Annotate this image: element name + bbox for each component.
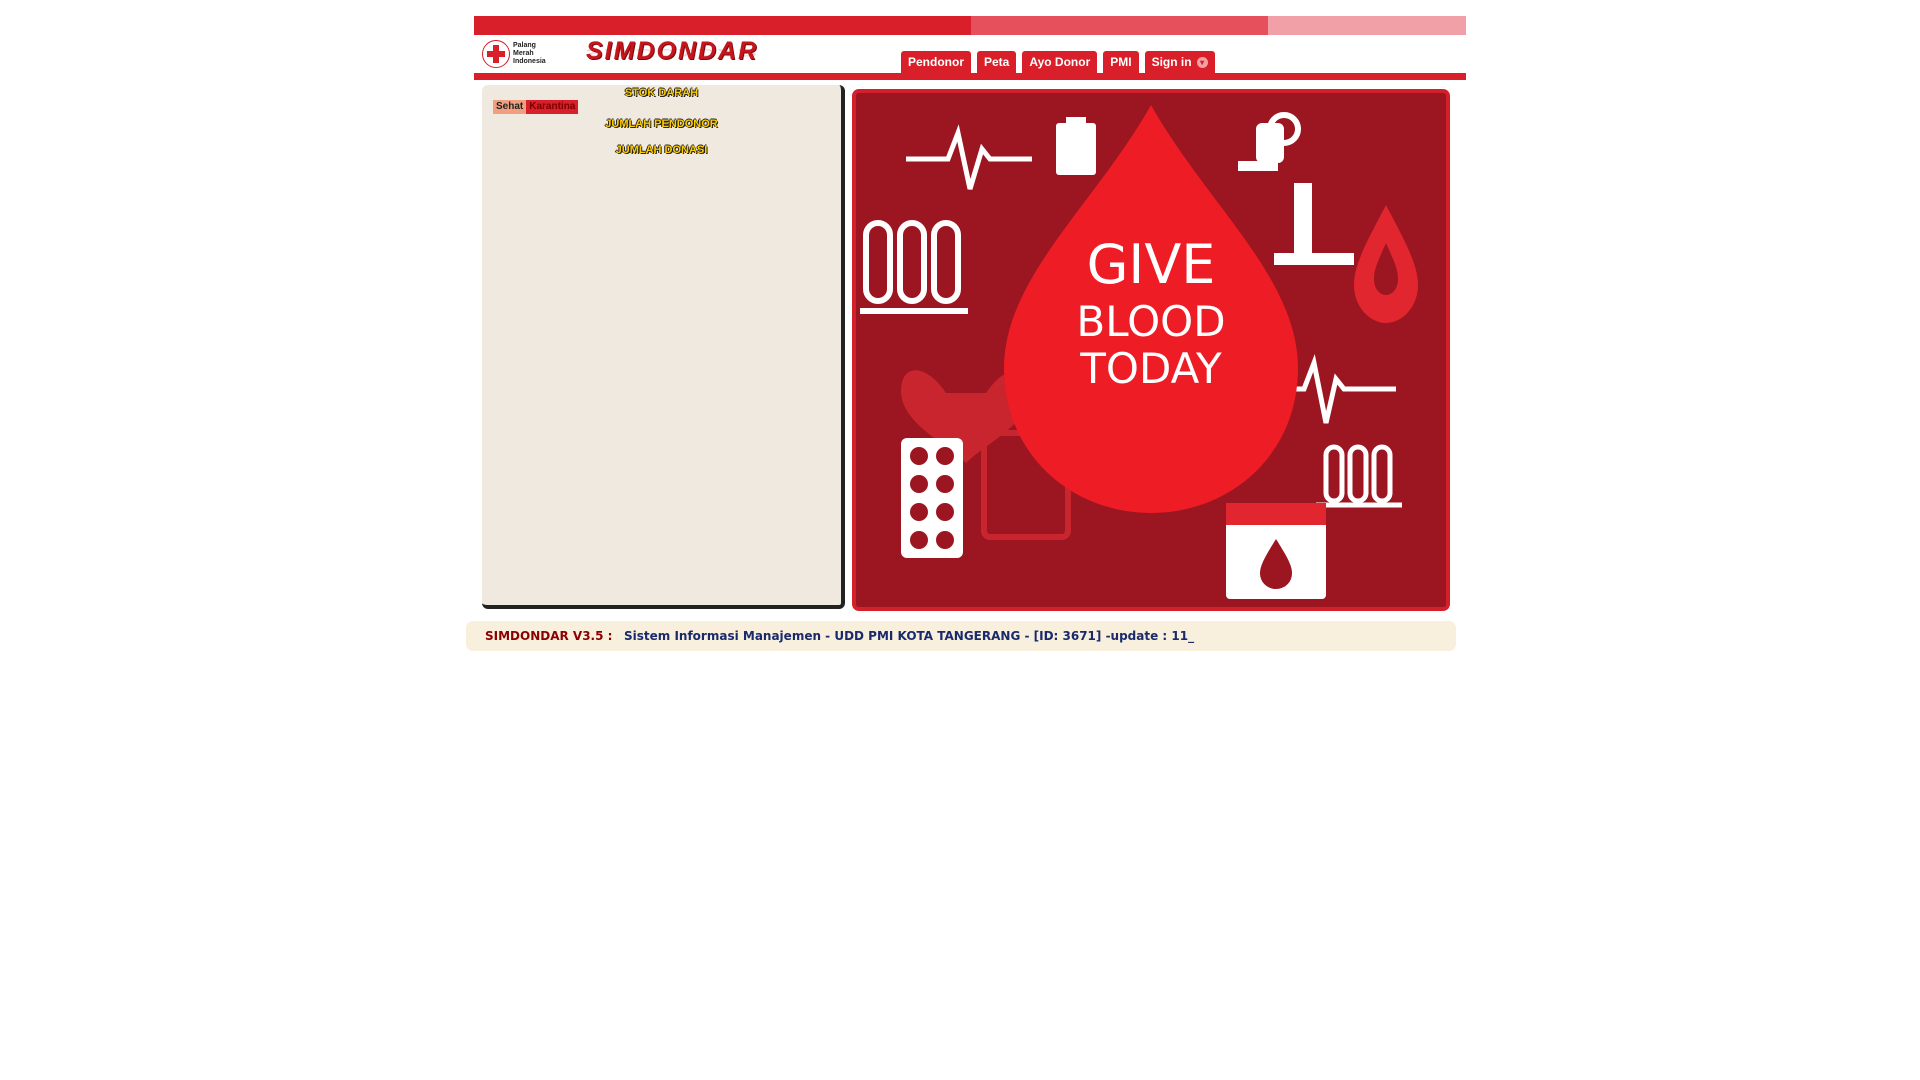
main-nav: Pendonor Peta Ayo Donor PMI Sign in ▾ <box>901 51 1215 74</box>
give-blood-banner: GIVE BLOOD TODAY <box>852 89 1450 611</box>
brand-reflection: SIMDONDAR <box>586 46 759 59</box>
top-bar-segment-light <box>1268 16 1466 35</box>
nav-sign-in[interactable]: Sign in ▾ <box>1144 51 1215 74</box>
nav-sign-in-label: Sign in <box>1151 55 1192 69</box>
calendar-icon <box>1226 503 1326 599</box>
stats-panel: STOK DARAH Sehat Karantina JUMLAH PENDON… <box>482 85 845 609</box>
legend-karantina: Karantina <box>526 100 579 114</box>
version-label: SIMDONDAR V3.5 : <box>485 629 613 643</box>
top-bar-segment-mid <box>971 16 1268 35</box>
jumlah-pendonor-title: JUMLAH PENDONOR <box>605 118 718 130</box>
stok-darah-title: STOK DARAH <box>624 87 699 99</box>
pill-blister-icon <box>901 438 963 558</box>
pmi-logo-text: Palang Merah Indonesia <box>513 42 546 66</box>
blood-status-legend: Sehat Karantina <box>493 100 579 114</box>
clipboard-icon <box>1056 117 1096 175</box>
banner-line-today: TODAY <box>1079 344 1222 393</box>
pmi-logo-line-3: Indonesia <box>513 58 546 65</box>
banner-line-blood: BLOOD <box>1076 297 1225 346</box>
nav-ayo-donor[interactable]: Ayo Donor <box>1022 51 1098 74</box>
header-divider <box>474 73 1466 80</box>
jumlah-donasi-title: JUMLAH DONASI <box>615 144 708 156</box>
nav-peta-label: Peta <box>984 55 1010 69</box>
nav-pmi-label: PMI <box>1110 55 1132 69</box>
simdondar-logo[interactable]: SIMDONDAR SIMDONDAR <box>586 37 806 69</box>
pmi-logo-line-1: Palang <box>513 42 536 49</box>
nav-pendonor-label: Pendonor <box>908 55 964 69</box>
top-bar-segment-dark <box>474 16 971 35</box>
nav-ayo-donor-label: Ayo Donor <box>1029 55 1091 69</box>
nav-pendonor[interactable]: Pendonor <box>901 51 971 74</box>
banner-line-give: GIVE <box>1087 233 1216 296</box>
pmi-logo[interactable]: Palang Merah Indonesia <box>482 40 546 68</box>
footer-marquee: Sistem Informasi Manajemen - UDD PMI KOT… <box>624 629 1195 643</box>
top-color-bar <box>474 16 1466 35</box>
site-header: Palang Merah Indonesia SIMDONDAR SIMDOND… <box>474 35 1466 74</box>
nav-peta[interactable]: Peta <box>977 51 1017 74</box>
pmi-logo-line-2: Merah <box>513 50 534 57</box>
banner-illustration: GIVE BLOOD TODAY <box>856 93 1446 607</box>
footer-status-bar: SIMDONDAR V3.5 : Sistem Informasi Manaje… <box>466 621 1456 651</box>
legend-sehat: Sehat <box>493 100 527 114</box>
chevron-down-icon[interactable]: ▾ <box>1196 56 1208 68</box>
nav-pmi[interactable]: PMI <box>1103 51 1139 74</box>
red-cross-icon <box>482 40 510 68</box>
